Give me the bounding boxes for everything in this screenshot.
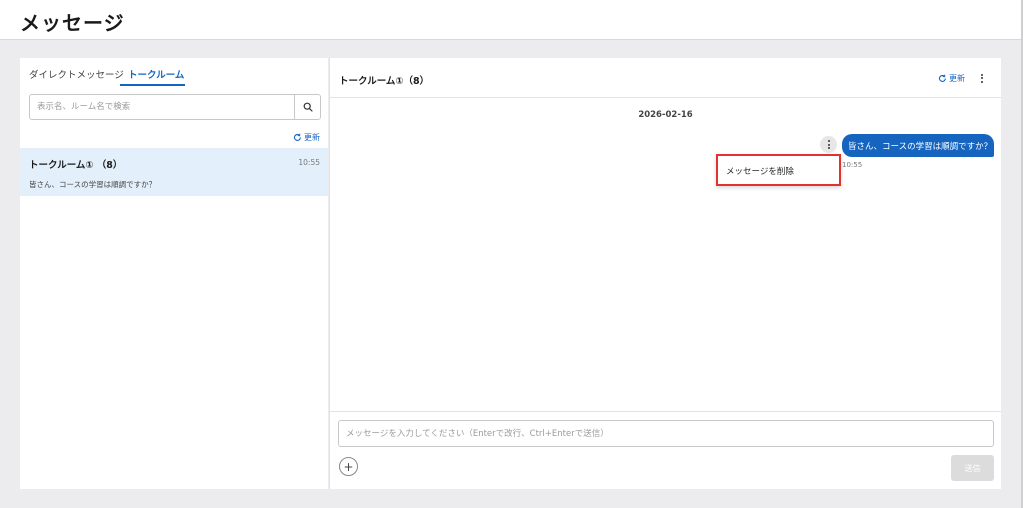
chat-room-title: トークルーム①（8） — [339, 76, 430, 87]
message-context-menu: メッセージを削除 — [716, 154, 841, 186]
refresh-label: 更新 — [304, 133, 320, 142]
active-tab-indicator — [120, 84, 185, 86]
message-bubble: 皆さん、コースの学習は順調ですか？ — [842, 134, 994, 157]
room-list-item[interactable]: トークルーム① （8） 10:55 皆さん、コースの学習は順調ですか？ — [20, 148, 328, 196]
page-title: メッセージ — [20, 11, 125, 35]
date-separator: 2026-02-16 — [638, 110, 693, 120]
search-input[interactable] — [30, 95, 295, 119]
message-time: 10:55 — [842, 161, 863, 169]
tab-direct-messages[interactable]: ダイレクトメッセージ — [29, 67, 124, 81]
app-header: メッセージ — [0, 0, 1023, 40]
tab-bar: ダイレクトメッセージ トークルーム — [20, 58, 328, 86]
refresh-icon — [938, 74, 946, 82]
chat-more-options-icon[interactable] — [976, 71, 988, 85]
search-icon — [303, 102, 313, 112]
search-button[interactable] — [294, 95, 320, 119]
room-list-panel: ダイレクトメッセージ トークルーム 更新 トークルーム① （8） 10:55 皆… — [20, 58, 328, 489]
chat-panel: トークルーム①（8） 更新 2026-02-16 皆さん、コースの学習は順調です… — [329, 58, 1001, 489]
room-name: トークルーム① （8） — [29, 160, 123, 171]
composer-divider — [330, 411, 1001, 412]
message-options-icon[interactable] — [820, 136, 837, 153]
search-box — [29, 94, 321, 120]
attach-plus-icon[interactable]: + — [339, 457, 358, 476]
message-input[interactable] — [338, 420, 994, 447]
room-list-refresh-button[interactable]: 更新 — [293, 132, 320, 143]
send-button[interactable]: 送信 — [951, 455, 994, 481]
refresh-label: 更新 — [949, 74, 965, 83]
chat-header: トークルーム①（8） 更新 — [330, 58, 1001, 98]
room-last-time: 10:55 — [298, 158, 320, 167]
room-last-message-preview: 皆さん、コースの学習は順調ですか？ — [29, 180, 157, 189]
delete-message-menu-item[interactable]: メッセージを削除 — [726, 165, 794, 177]
chat-refresh-button[interactable]: 更新 — [938, 73, 965, 84]
tab-talk-rooms[interactable]: トークルーム — [128, 67, 184, 81]
refresh-icon — [293, 133, 301, 141]
